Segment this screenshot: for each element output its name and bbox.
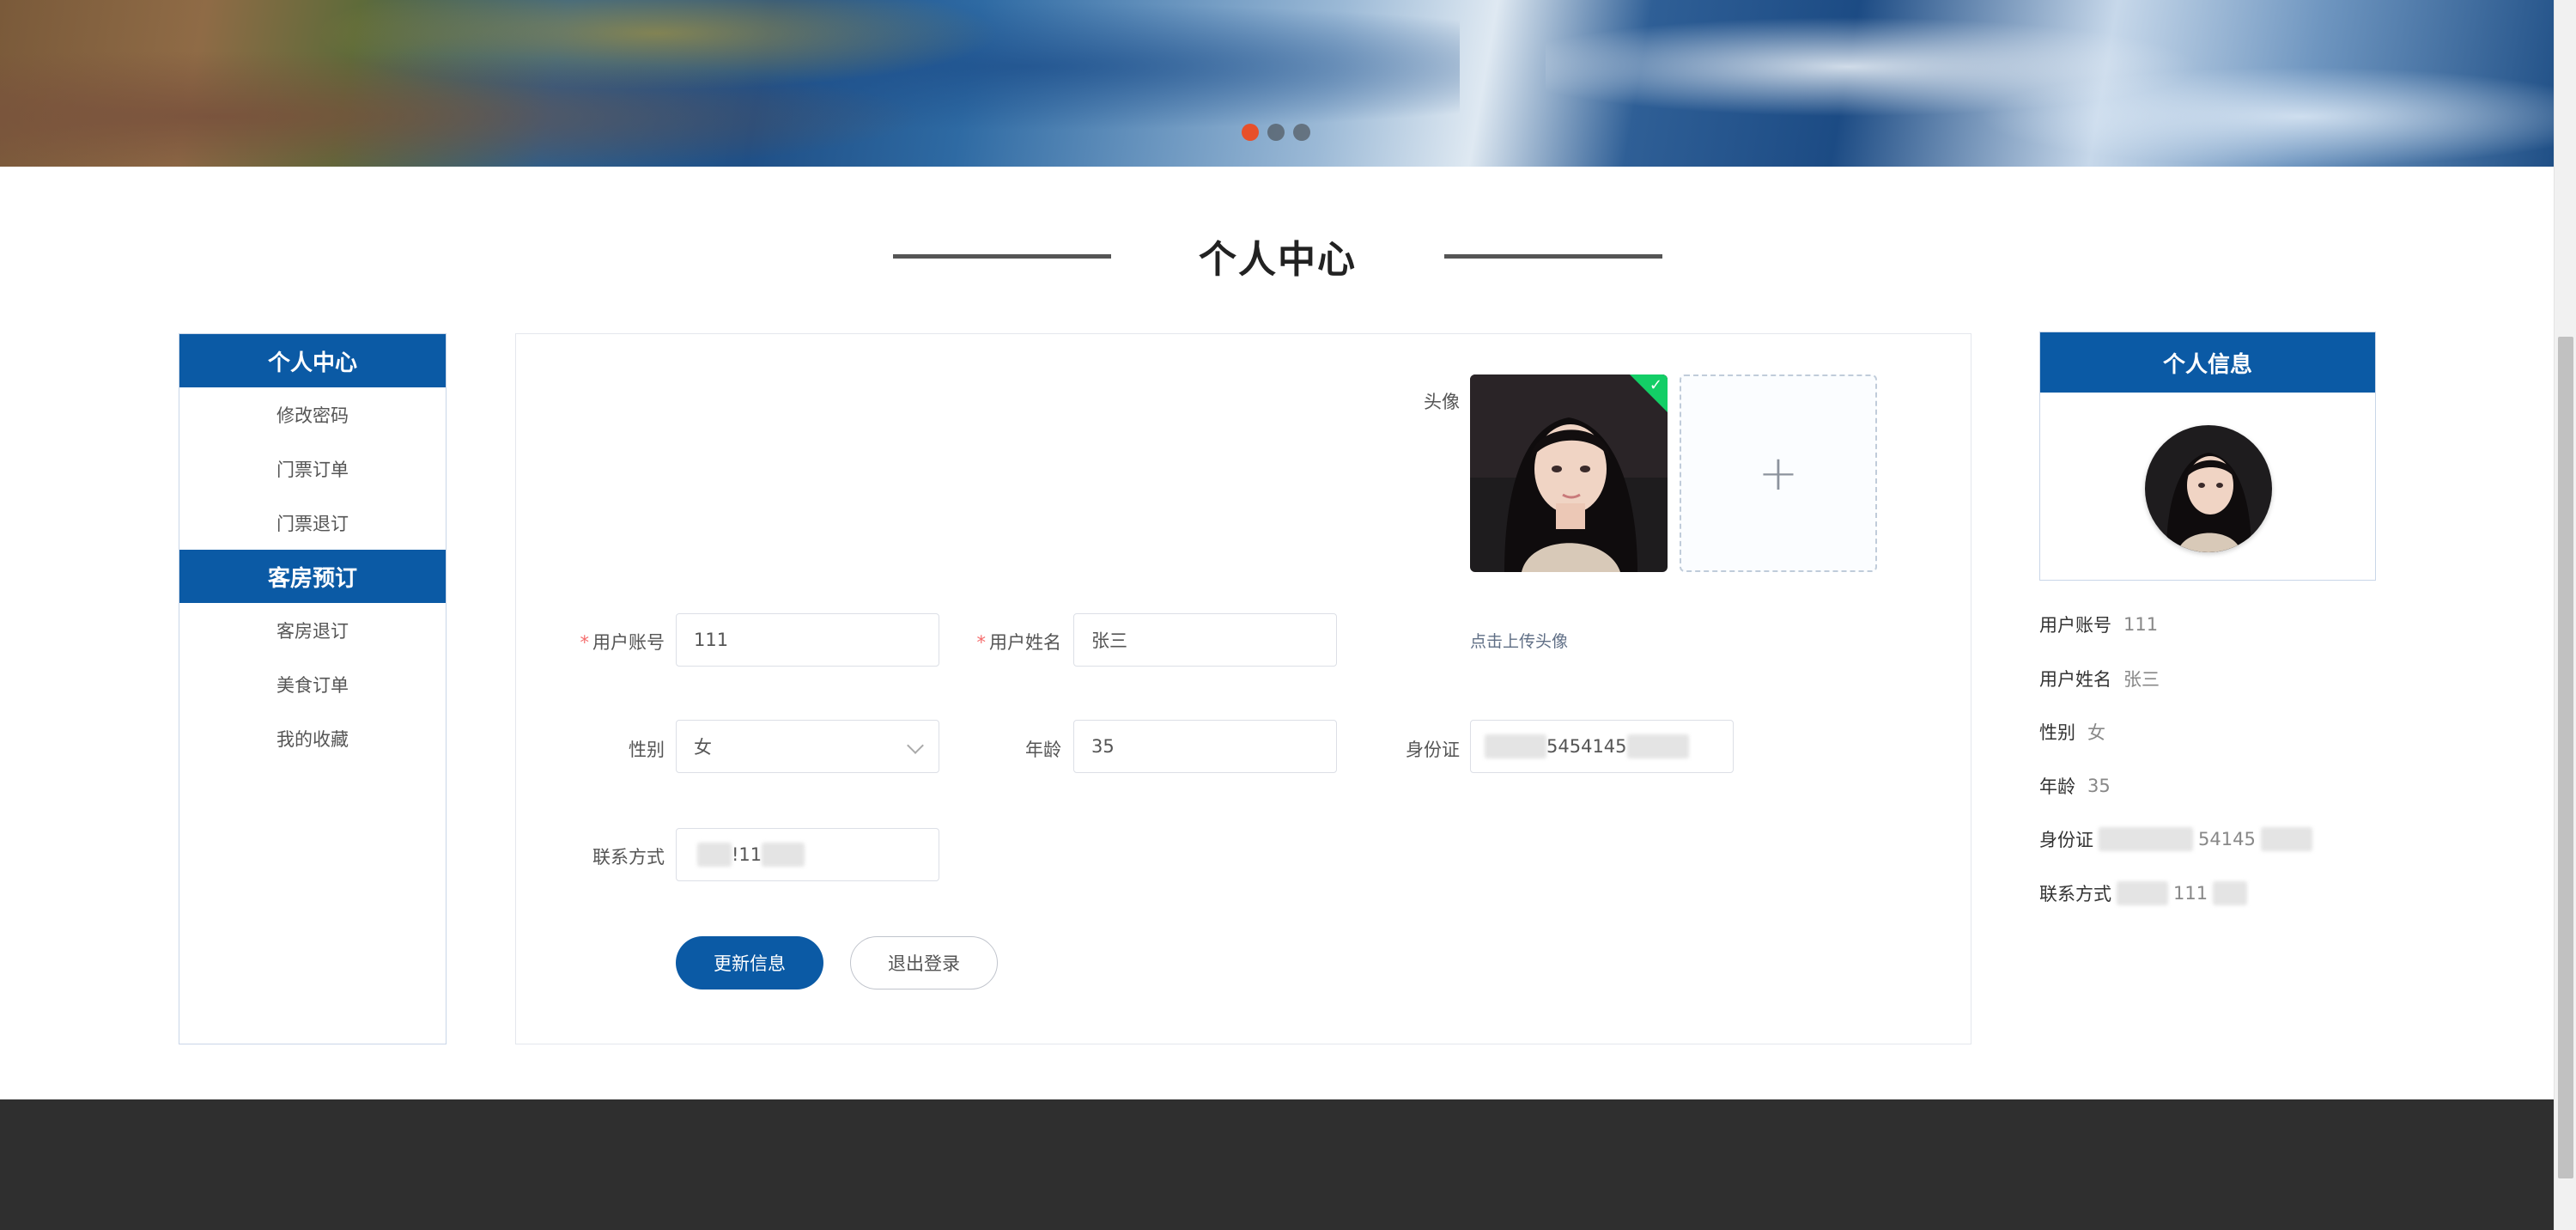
profile-row-gender: 性别 女	[2039, 719, 2105, 745]
profile-label: 身份证	[2039, 830, 2093, 850]
required-mark: *	[976, 632, 987, 653]
menu-item-favorites[interactable]: 我的收藏	[179, 711, 446, 765]
vertical-scrollbar[interactable]	[2554, 0, 2576, 1230]
avatar-image	[2145, 425, 2272, 552]
left-menu: 个人中心 修改密码 门票订单 门票退订 客房预订 客房退订 美食订单 我的收藏	[179, 333, 447, 1044]
profile-label: 联系方式	[2039, 884, 2111, 904]
gender-label: 性别	[629, 740, 665, 760]
redacted-block	[1626, 734, 1689, 758]
redacted-block	[2260, 827, 2312, 851]
banner-carousel[interactable]	[0, 0, 2554, 167]
plus-icon: +	[1758, 445, 1799, 502]
profile-label: 用户姓名	[2039, 669, 2111, 690]
gender-select[interactable]: 女	[676, 720, 939, 773]
account-input[interactable]: 111	[676, 613, 939, 667]
profile-row-contact: 联系方式 111	[2039, 880, 2248, 906]
menu-item-ticket-refund[interactable]: 门票退订	[179, 496, 446, 550]
profile-value: 35	[2087, 776, 2111, 796]
menu-group-personal-center[interactable]: 个人中心	[179, 334, 446, 387]
profile-label: 用户账号	[2039, 615, 2111, 636]
logout-button[interactable]: 退出登录	[850, 936, 998, 989]
contact-label: 联系方式	[592, 847, 665, 868]
profile-value: 张三	[2123, 669, 2160, 690]
scrollbar-thumb[interactable]	[2558, 337, 2573, 1178]
carousel-dot-3[interactable]	[1293, 124, 1310, 141]
redacted-block	[762, 843, 805, 867]
menu-item-change-password[interactable]: 修改密码	[179, 387, 446, 441]
profile-value: 111	[2173, 883, 2208, 904]
check-icon: ✓	[1649, 376, 1662, 394]
carousel-indicators	[1242, 124, 1310, 141]
profile-row-name: 用户姓名 张三	[2039, 666, 2160, 691]
account-label: * 用户账号	[580, 632, 665, 653]
profile-value: 111	[2123, 614, 2159, 635]
profile-card-title: 个人信息	[2040, 332, 2375, 393]
chevron-down-icon	[907, 737, 924, 754]
avatar-preview[interactable]: ✓	[1470, 374, 1668, 572]
profile-row-account: 用户账号 111	[2039, 612, 2158, 637]
contact-partial: !11	[732, 844, 762, 865]
profile-label: 性别	[2039, 722, 2075, 743]
redacted-block	[2213, 881, 2248, 905]
section-heading: 个人中心	[893, 222, 1662, 290]
profile-row-age: 年龄 35	[2039, 773, 2111, 799]
profile-card: 个人信息	[2039, 332, 2376, 581]
age-input[interactable]: 35	[1073, 720, 1337, 773]
id-card-input[interactable]: 5454145	[1470, 720, 1734, 773]
avatar-upload-button[interactable]: +	[1680, 374, 1877, 572]
update-info-button[interactable]: 更新信息	[676, 936, 823, 989]
menu-item-room-refund[interactable]: 客房退订	[179, 603, 446, 657]
menu-group-room-booking[interactable]: 客房预订	[179, 550, 446, 603]
profile-value: 女	[2087, 722, 2105, 743]
profile-value: 54145	[2198, 829, 2256, 849]
upload-avatar-hint[interactable]: 点击上传头像	[1470, 629, 1568, 652]
name-input[interactable]: 张三	[1073, 613, 1337, 667]
upload-success-badge: ✓	[1630, 374, 1668, 412]
profile-avatar	[2145, 425, 2272, 552]
required-mark: *	[580, 632, 590, 653]
avatar-label: 头像	[1424, 392, 1460, 412]
profile-row-id-card: 身份证 54145	[2039, 826, 2312, 852]
menu-item-food-orders[interactable]: 美食订单	[179, 657, 446, 711]
page-title: 个人中心	[1199, 238, 1357, 282]
redacted-block	[697, 843, 732, 867]
carousel-dot-2[interactable]	[1267, 124, 1285, 141]
redacted-block	[2117, 881, 2168, 905]
name-label: * 用户姓名	[976, 632, 1062, 653]
heading-line-left	[893, 253, 1111, 259]
age-label: 年龄	[1025, 740, 1061, 760]
profile-label: 年龄	[2039, 776, 2075, 797]
contact-input[interactable]: !11	[676, 828, 939, 881]
page-footer	[0, 1099, 2554, 1230]
carousel-dot-1[interactable]	[1242, 124, 1259, 141]
page: { "banner": {"dots": 3, "active_dot": 1}…	[0, 0, 2576, 1230]
redacted-block	[1485, 734, 1546, 758]
menu-item-ticket-orders[interactable]: 门票订单	[179, 441, 446, 496]
redacted-block	[2099, 827, 2193, 851]
id-card-partial: 5454145	[1546, 736, 1627, 757]
id-card-label: 身份证	[1406, 740, 1460, 760]
heading-line-right	[1444, 253, 1662, 259]
gender-value: 女	[694, 737, 712, 758]
